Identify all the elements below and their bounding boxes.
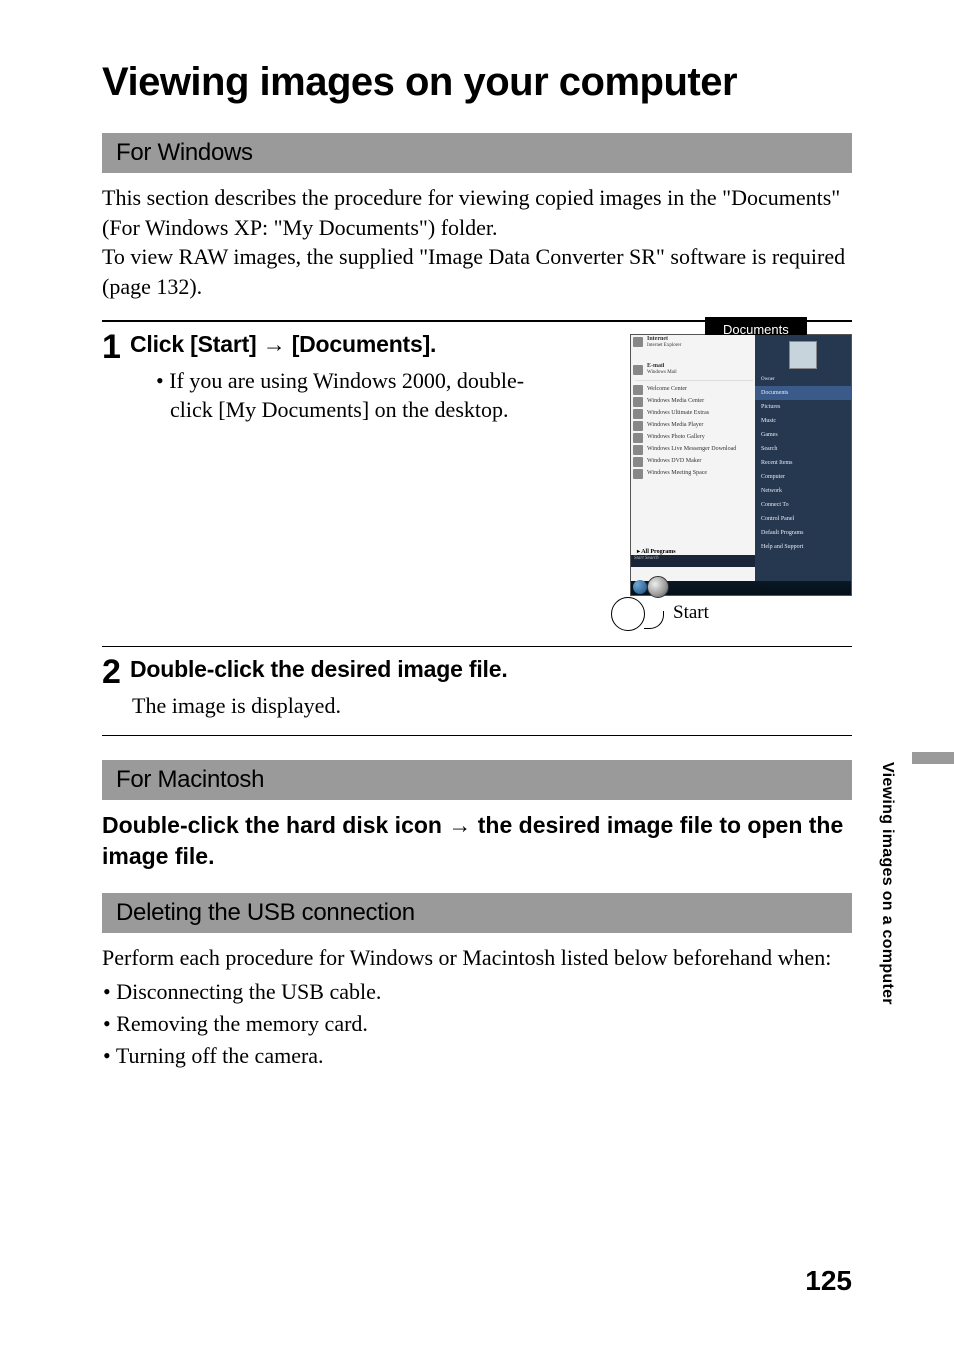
section-header-mac: For Macintosh — [102, 760, 852, 800]
sidebar-tab — [912, 752, 954, 764]
step1-heading-a: Click [Start] — [130, 331, 263, 357]
menu-right-item: Computer — [755, 470, 851, 484]
usb-bullet: • Removing the memory card. — [102, 1008, 852, 1040]
menu-right-item: Help and Support — [755, 540, 851, 554]
divider — [102, 646, 852, 647]
step1-heading-b: [Documents]. — [286, 331, 437, 357]
step1-bullet-text: If you are using Windows 2000, double-cl… — [169, 368, 524, 423]
divider — [102, 735, 852, 736]
sidebar-chapter-label: Viewing images on a computer — [878, 762, 896, 1005]
menu-right-item: Search — [755, 442, 851, 456]
section-header-usb: Deleting the USB connection — [102, 893, 852, 933]
menu-item: Windows Photo Gallery — [631, 431, 757, 443]
menu-right-item: Network — [755, 484, 851, 498]
start-menu-screenshot: Documents InternetInternet Explorer E-ma… — [614, 334, 852, 596]
usb-bullet-text: Removing the memory card. — [116, 1011, 368, 1036]
menu-item: Welcome Center — [631, 383, 757, 395]
menu-right-item: Pictures — [755, 400, 851, 414]
usb-bullet-text: Turning off the camera. — [116, 1043, 324, 1068]
menu-right-item: Connect To — [755, 498, 851, 512]
menu-right-item: Default Programs — [755, 526, 851, 540]
menu-internet: Internet — [647, 336, 668, 342]
start-orb-zoom — [647, 576, 669, 598]
page-number: 125 — [805, 1265, 852, 1297]
menu-email-sub: Windows Mail — [647, 370, 677, 375]
menu-item: Windows Meeting Space — [631, 467, 757, 479]
usb-intro: Perform each procedure for Windows or Ma… — [102, 943, 852, 973]
menu-item: Windows Ultimate Extras — [631, 407, 757, 419]
magnifier-icon — [611, 597, 645, 631]
mac-instruction: Double-click the hard disk icon → the de… — [102, 810, 852, 872]
step1-heading: Click [Start] → [Documents]. — [130, 330, 594, 360]
menu-owner: Owner — [755, 373, 851, 386]
menu-right-item: Music — [755, 414, 851, 428]
step1-bullet: • If you are using Windows 2000, double-… — [130, 366, 560, 425]
start-orb-small — [633, 580, 647, 594]
menu-item: Windows Live Messenger Download — [631, 443, 757, 455]
menu-email: E-mail — [647, 363, 664, 369]
intro-paragraph: This section describes the procedure for… — [102, 183, 852, 302]
section-header-windows: For Windows — [102, 133, 852, 173]
arrow-icon: → — [263, 331, 286, 357]
menu-internet-sub: Internet Explorer — [647, 343, 681, 348]
menu-documents: Documents — [755, 386, 851, 400]
usb-bullet-text: Disconnecting the USB cable. — [116, 979, 381, 1004]
usb-bullet: • Turning off the camera. — [102, 1040, 852, 1072]
menu-right-item: Recent Items — [755, 456, 851, 470]
menu-item: Windows Media Player — [631, 419, 757, 431]
start-label: Start — [673, 602, 709, 624]
menu-right-item: Control Panel — [755, 512, 851, 526]
arrow-icon: → — [448, 812, 471, 838]
step2-heading: Double-click the desired image file. — [130, 655, 852, 685]
step-number-1: 1 — [102, 330, 130, 425]
step-number-2: 2 — [102, 655, 130, 722]
menu-right-item: Games — [755, 428, 851, 442]
menu-item: Windows Media Center — [631, 395, 757, 407]
step2-body: The image is displayed. — [130, 691, 852, 722]
menu-item: Windows DVD Maker — [631, 455, 757, 467]
page-title: Viewing images on your computer — [102, 60, 852, 105]
user-avatar — [789, 341, 817, 369]
usb-bullet: • Disconnecting the USB cable. — [102, 976, 852, 1008]
mac-heading-a: Double-click the hard disk icon — [102, 812, 448, 838]
start-search: Start Search — [631, 555, 757, 567]
